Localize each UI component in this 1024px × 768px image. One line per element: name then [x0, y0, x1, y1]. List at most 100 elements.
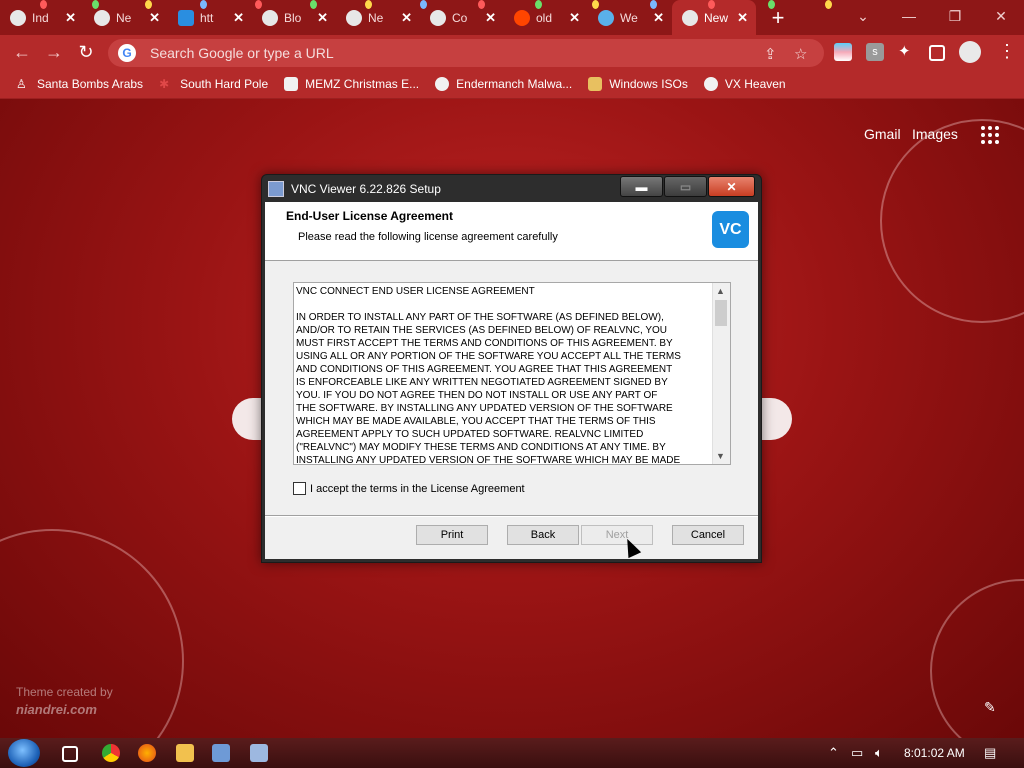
taskbar: ⌃ ▭ 🔈︎ 8:01:02 AM ▤ [0, 738, 1024, 768]
start-button[interactable] [8, 739, 40, 767]
license-text-box[interactable]: VNC CONNECT END USER LICENSE AGREEMENT I… [293, 282, 731, 465]
side-panel-icon[interactable] [929, 45, 945, 61]
close-icon[interactable]: ✕ [737, 10, 748, 26]
restore-button[interactable]: ❐ [932, 0, 978, 32]
site-icon [598, 9, 614, 26]
close-icon[interactable]: ✕ [233, 10, 244, 26]
file-explorer-icon[interactable] [176, 744, 194, 762]
task-view-icon[interactable] [62, 746, 78, 762]
bookmark-icon [284, 77, 299, 91]
scroll-down-icon[interactable]: ▼ [716, 451, 725, 461]
scroll-up-icon[interactable]: ▲ [716, 286, 725, 296]
share-icon[interactable]: ⇪ [764, 45, 777, 63]
back-button[interactable]: Back [507, 525, 579, 545]
omnibox[interactable]: G Search Google or type a URL ⇪ ☆ [108, 39, 824, 67]
bookmark-icon: ♙ [16, 77, 27, 91]
tab-favicon-icon [10, 9, 26, 26]
vnc-icon [178, 9, 194, 26]
bookmark-label: Windows ISOs [609, 77, 688, 91]
close-icon[interactable]: ✕ [569, 10, 580, 26]
tab-2[interactable]: Ne ✕ [84, 0, 168, 35]
bookmark-label: VX Heaven [724, 77, 786, 91]
tab-search-icon[interactable]: ⌄ [840, 0, 886, 32]
tab-title: Ne [368, 10, 384, 25]
setup-taskbar-icon[interactable] [250, 744, 268, 762]
cancel-button[interactable]: Cancel [672, 525, 744, 545]
bookmark-south-hard-pole[interactable]: ✱ South Hard Pole [159, 77, 268, 91]
tab-7[interactable]: old ✕ [504, 0, 588, 35]
tab-new-tab[interactable]: New ✕ [672, 0, 756, 35]
scroll-thumb[interactable] [715, 300, 727, 326]
bookmark-icon [588, 77, 603, 91]
bookmark-endermanch-malware[interactable]: Endermanch Malwa... [435, 77, 572, 91]
bookmark-memz-christmas[interactable]: MEMZ Christmas E... [284, 77, 419, 91]
next-button[interactable]: Next [581, 525, 653, 545]
close-icon[interactable]: ✕ [317, 10, 328, 26]
bookmark-santa-bombs-arabs[interactable]: ♙ Santa Bombs Arabs [16, 77, 143, 91]
extensions-puzzle-icon[interactable]: ✦ [898, 43, 916, 61]
print-button[interactable]: Print [416, 525, 488, 545]
minimize-button[interactable]: — [886, 0, 932, 32]
menu-kebab-icon[interactable]: ⋮ [998, 41, 1016, 62]
theme-author[interactable]: niandrei.com [16, 702, 97, 717]
tab-title: old [536, 10, 553, 25]
close-icon[interactable]: ✕ [485, 10, 496, 26]
close-icon[interactable]: ✕ [653, 10, 664, 26]
bookmark-windows-isos[interactable]: Windows ISOs [588, 77, 688, 91]
customize-pencil-icon[interactable]: ✎ [984, 699, 996, 716]
taskbar-clock[interactable]: 8:01:02 AM [904, 746, 965, 760]
accept-terms-label[interactable]: I accept the terms in the License Agreem… [310, 483, 525, 495]
bookmark-label: South Hard Pole [180, 77, 269, 91]
snowflake-icon: ✱ [159, 77, 170, 91]
close-icon[interactable]: ✕ [65, 10, 76, 26]
installer-icon [268, 181, 284, 197]
back-arrow-icon[interactable]: ← [12, 43, 32, 61]
tab-8[interactable]: We ✕ [588, 0, 672, 35]
network-icon[interactable]: ▭ [851, 745, 863, 761]
close-icon[interactable]: ✕ [401, 10, 412, 26]
reddit-icon [514, 9, 530, 26]
tab-title: Ne [116, 10, 132, 25]
close-window-button[interactable]: ✕ [978, 0, 1024, 32]
license-text: VNC CONNECT END USER LICENSE AGREEMENT I… [296, 286, 681, 465]
bookmark-star-icon[interactable]: ☆ [794, 45, 807, 63]
tab-3[interactable]: htt ✕ [168, 0, 252, 35]
bookmark-icon [703, 77, 718, 91]
dialog-title: VNC Viewer 6.22.826 Setup [291, 182, 441, 196]
notification-icon[interactable]: ▤ [984, 745, 996, 761]
tray-chevron-icon[interactable]: ⌃ [828, 745, 839, 761]
gmail-link[interactable]: Gmail [864, 126, 901, 142]
google-g-icon: G [118, 44, 136, 62]
installer-taskbar-icon[interactable] [212, 744, 230, 762]
theme-credit: Theme created by niandrei.com [16, 684, 113, 719]
accept-terms-row[interactable]: I accept the terms in the License Agreem… [293, 482, 525, 495]
tab-title: Ind [32, 10, 49, 25]
dialog-window-controls: ▬ ▭ ✕ [620, 176, 755, 197]
reload-icon[interactable]: ↻ [76, 43, 96, 61]
tab-4[interactable]: Blo ✕ [252, 0, 336, 35]
close-icon[interactable]: ✕ [149, 10, 160, 26]
avatar[interactable] [959, 41, 981, 63]
forward-arrow-icon[interactable]: → [44, 43, 64, 61]
tab-strip: Ind ✕ Ne ✕ htt ✕ Blo ✕ Ne ✕ Co ✕ old ✕ We ✕ New ✕… [0, 0, 1024, 35]
dialog-header: End-User License Agreement Please read t… [265, 202, 758, 261]
tab-6[interactable]: Co ✕ [420, 0, 504, 35]
tab-1[interactable]: Ind ✕ [0, 0, 84, 35]
window-controls: ⌄ — ❐ ✕ [840, 0, 1024, 32]
bookmark-vx-heaven[interactable]: VX Heaven [703, 77, 786, 91]
site-icon [430, 9, 446, 26]
accept-terms-checkbox[interactable] [293, 482, 306, 495]
chrome-taskbar-icon[interactable] [102, 744, 120, 762]
dialog-minimize-button[interactable]: ▬ [620, 176, 663, 197]
extension-s-icon[interactable]: s [866, 43, 884, 61]
firefox-taskbar-icon[interactable] [138, 744, 156, 762]
extension-flag-icon[interactable] [834, 43, 852, 61]
images-link[interactable]: Images [912, 126, 958, 142]
volume-icon[interactable]: 🔈︎ [875, 745, 883, 761]
dialog-close-button[interactable]: ✕ [708, 176, 755, 197]
new-tab-button[interactable]: + [764, 5, 792, 31]
tab-5[interactable]: Ne ✕ [336, 0, 420, 35]
google-apps-icon[interactable] [981, 126, 999, 144]
chrome-icon [346, 9, 362, 26]
license-scrollbar[interactable]: ▲ ▼ [712, 283, 730, 464]
